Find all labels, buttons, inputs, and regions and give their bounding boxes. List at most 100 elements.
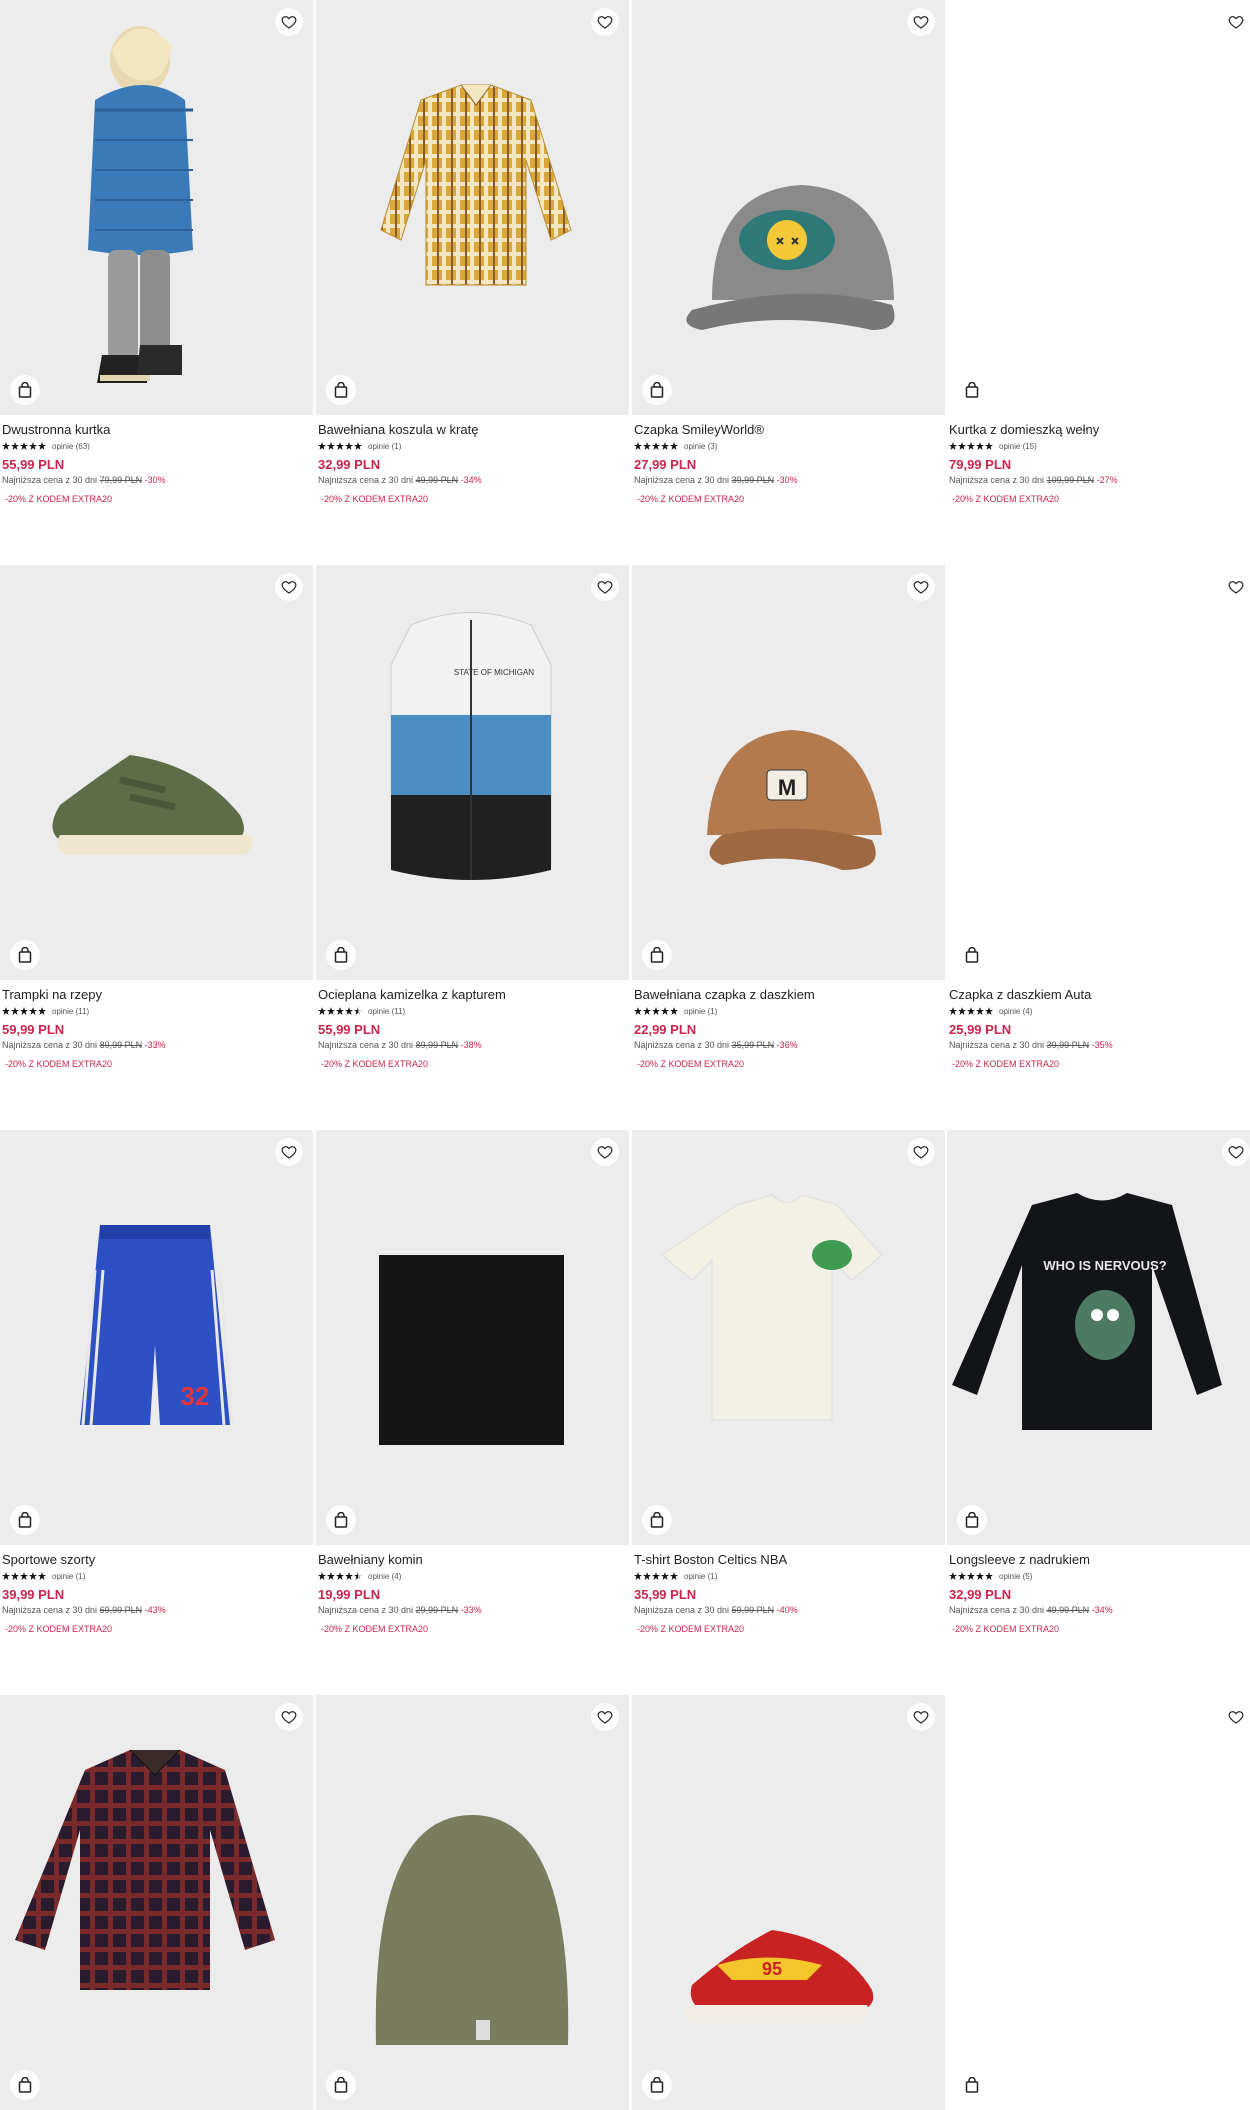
green-beanie-image[interactable] bbox=[316, 1695, 629, 2110]
product-name[interactable]: Czapka z daszkiem Auta bbox=[947, 986, 1250, 1004]
review-count[interactable]: opinie (4) bbox=[999, 1007, 1032, 1016]
wishlist-heart-icon[interactable] bbox=[591, 8, 619, 36]
old-price: 39,99 PLN bbox=[731, 475, 775, 485]
blank-image[interactable] bbox=[947, 565, 1250, 980]
product-rating: opinie (4) bbox=[947, 1005, 1250, 1017]
product-name[interactable]: Ocieplana kamizelka z kapturem bbox=[316, 986, 629, 1004]
wishlist-heart-icon[interactable] bbox=[275, 8, 303, 36]
black-longsleeve-image[interactable]: WHO IS NERVOUS? bbox=[947, 1130, 1250, 1545]
add-to-cart-bag-icon[interactable] bbox=[642, 940, 672, 970]
white-tshirt-image[interactable] bbox=[632, 1130, 945, 1545]
wishlist-heart-icon[interactable] bbox=[275, 573, 303, 601]
add-to-cart-bag-icon[interactable] bbox=[642, 2070, 672, 2100]
wishlist-heart-icon[interactable] bbox=[1222, 8, 1250, 36]
review-count[interactable]: opinie (1) bbox=[684, 1007, 717, 1016]
product-name[interactable]: Bawełniany komin bbox=[316, 1551, 629, 1569]
lowest-price-label: Najniższa cena z 30 dni bbox=[2, 475, 98, 485]
green-sneaker-image[interactable] bbox=[0, 565, 313, 980]
old-price: 89,99 PLN bbox=[99, 1040, 143, 1050]
review-count[interactable]: opinie (4) bbox=[368, 1572, 401, 1581]
red-sneaker-image[interactable]: 95 bbox=[632, 1695, 945, 2110]
blank-image[interactable] bbox=[947, 0, 1250, 415]
product-name[interactable]: Trampki na rzepy bbox=[0, 986, 313, 1004]
add-to-cart-bag-icon[interactable] bbox=[10, 940, 40, 970]
wishlist-heart-icon[interactable] bbox=[907, 8, 935, 36]
star-icon bbox=[661, 1572, 669, 1580]
star-icon bbox=[354, 1007, 362, 1015]
add-to-cart-bag-icon[interactable] bbox=[326, 375, 356, 405]
lowest-price-info: Najniższa cena z 30 dni 89,99 PLN -33% bbox=[0, 1040, 313, 1050]
product-name[interactable]: Dwustronna kurtka bbox=[0, 421, 313, 439]
wishlist-heart-icon[interactable] bbox=[591, 1703, 619, 1731]
wishlist-heart-icon[interactable] bbox=[1222, 573, 1250, 601]
star-icon bbox=[949, 442, 957, 450]
wishlist-heart-icon[interactable] bbox=[1222, 1703, 1250, 1731]
star-icon bbox=[985, 1572, 993, 1580]
product-name[interactable]: Longsleeve z nadrukiem bbox=[947, 1551, 1250, 1569]
review-count[interactable]: opinie (5) bbox=[999, 1572, 1032, 1581]
lowest-price-label: Najniższa cena z 30 dni bbox=[949, 1605, 1045, 1615]
wishlist-heart-icon[interactable] bbox=[907, 573, 935, 601]
brown-cap-image[interactable]: M bbox=[632, 565, 945, 980]
lowest-price-label: Najniższa cena z 30 dni bbox=[318, 1605, 414, 1615]
product-name[interactable]: Sportowe szorty bbox=[0, 1551, 313, 1569]
review-count[interactable]: opinie (11) bbox=[368, 1007, 405, 1016]
wishlist-heart-icon[interactable] bbox=[591, 573, 619, 601]
flannel-shirt-image[interactable] bbox=[0, 1695, 313, 2110]
star-icon bbox=[38, 1572, 46, 1580]
old-price: 79,99 PLN bbox=[99, 475, 143, 485]
add-to-cart-bag-icon[interactable] bbox=[326, 940, 356, 970]
add-to-cart-bag-icon[interactable] bbox=[957, 2070, 987, 2100]
product-price: 59,99 PLN bbox=[2, 1022, 65, 1037]
black-snood-image[interactable] bbox=[316, 1130, 629, 1545]
plaid-shirt-image[interactable] bbox=[316, 0, 629, 415]
product-name[interactable]: T-shirt Boston Celtics NBA bbox=[632, 1551, 945, 1569]
add-to-cart-bag-icon[interactable] bbox=[957, 1505, 987, 1535]
product-grid: Dwustronna kurtka opinie (63) 55,99 PLN Na… bbox=[0, 0, 1250, 2110]
star-icon bbox=[976, 442, 984, 450]
product-info: Bawełniana koszula w kratę opinie (1) 32,… bbox=[316, 421, 629, 504]
wishlist-heart-icon[interactable] bbox=[907, 1138, 935, 1166]
wishlist-heart-icon[interactable] bbox=[1222, 1138, 1250, 1166]
grey-cap-image[interactable] bbox=[632, 0, 945, 415]
puffer-vest-image[interactable]: STATE OF MICHIGAN bbox=[316, 565, 629, 980]
product-rating: opinie (4) bbox=[316, 1570, 629, 1582]
review-count[interactable]: opinie (3) bbox=[684, 442, 717, 451]
review-count[interactable]: opinie (1) bbox=[684, 1572, 717, 1581]
review-count[interactable]: opinie (1) bbox=[52, 1572, 85, 1581]
blank-image[interactable] bbox=[947, 1695, 1250, 2110]
wishlist-heart-icon[interactable] bbox=[907, 1703, 935, 1731]
blue-shorts-image[interactable]: 32 bbox=[0, 1130, 313, 1545]
lowest-price-label: Najniższa cena z 30 dni bbox=[318, 1040, 414, 1050]
add-to-cart-bag-icon[interactable] bbox=[642, 1505, 672, 1535]
star-icon bbox=[327, 442, 335, 450]
review-count[interactable]: opinie (1) bbox=[368, 442, 401, 451]
review-count[interactable]: opinie (15) bbox=[999, 442, 1037, 451]
star-icon bbox=[958, 1007, 966, 1015]
add-to-cart-bag-icon[interactable] bbox=[326, 2070, 356, 2100]
product-name[interactable]: Czapka SmileyWorld® bbox=[632, 421, 945, 439]
review-count[interactable]: opinie (63) bbox=[52, 442, 90, 451]
wishlist-heart-icon[interactable] bbox=[275, 1138, 303, 1166]
add-to-cart-bag-icon[interactable] bbox=[326, 1505, 356, 1535]
product-name[interactable]: Bawełniana czapka z daszkiem bbox=[632, 986, 945, 1004]
product-name[interactable]: Bawełniana koszula w kratę bbox=[316, 421, 629, 439]
product-rating: opinie (1) bbox=[316, 440, 629, 452]
product-info: Kurtka z domieszką wełny opinie (15) 79,9… bbox=[947, 421, 1250, 504]
lowest-price-info: Najniższa cena z 30 dni 109,99 PLN -27% bbox=[947, 475, 1250, 485]
add-to-cart-bag-icon[interactable] bbox=[957, 940, 987, 970]
shorts-number-text: 32 bbox=[181, 1381, 210, 1411]
wishlist-heart-icon[interactable] bbox=[275, 1703, 303, 1731]
review-count[interactable]: opinie (11) bbox=[52, 1007, 89, 1016]
product-name[interactable]: Kurtka z domieszką wełny bbox=[947, 421, 1250, 439]
child-jacket-image[interactable] bbox=[0, 0, 313, 415]
star-icon bbox=[652, 442, 660, 450]
add-to-cart-bag-icon[interactable] bbox=[10, 1505, 40, 1535]
add-to-cart-bag-icon[interactable] bbox=[642, 375, 672, 405]
add-to-cart-bag-icon[interactable] bbox=[957, 375, 987, 405]
star-icon bbox=[643, 1007, 651, 1015]
lowest-price-info: Najniższa cena z 30 dni 79,99 PLN -30% bbox=[0, 475, 313, 485]
wishlist-heart-icon[interactable] bbox=[591, 1138, 619, 1166]
add-to-cart-bag-icon[interactable] bbox=[10, 2070, 40, 2100]
add-to-cart-bag-icon[interactable] bbox=[10, 375, 40, 405]
